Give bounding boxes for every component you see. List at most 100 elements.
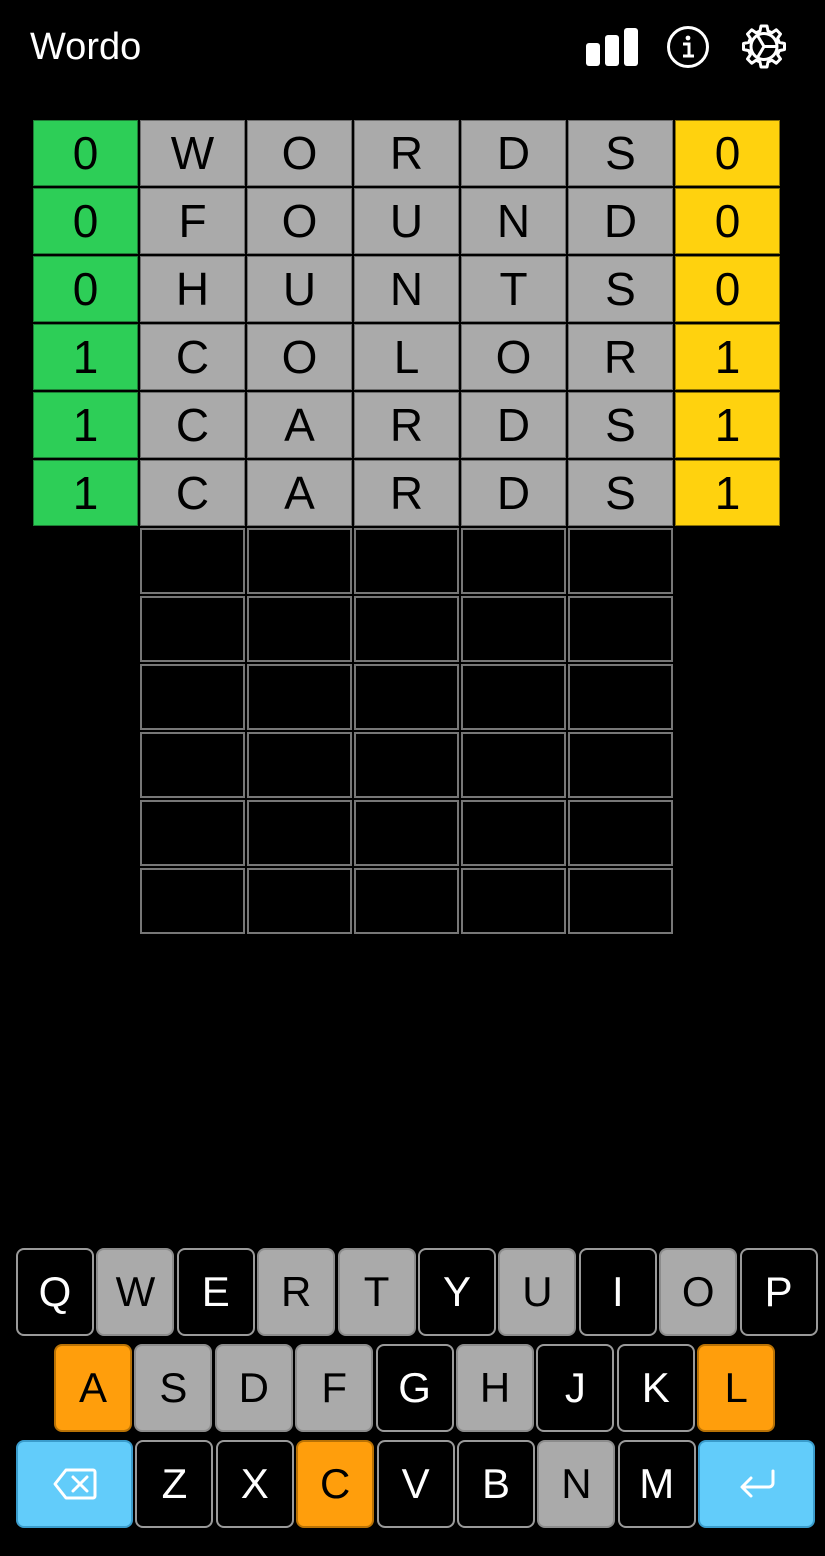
present-count-tile: 1 <box>675 460 780 526</box>
letter-tile: C <box>140 324 245 390</box>
key-o[interactable]: O <box>659 1248 738 1336</box>
present-count-tile: 1 <box>675 324 780 390</box>
empty-tile <box>461 596 566 662</box>
key-u[interactable]: U <box>498 1248 577 1336</box>
keyboard-row: ZXCVBNM <box>0 1440 825 1528</box>
header-toolbar <box>586 22 790 72</box>
letter-tile: A <box>247 392 352 458</box>
key-c[interactable]: C <box>296 1440 375 1528</box>
empty-tile <box>461 732 566 798</box>
empty-tile <box>354 868 459 934</box>
empty-tile <box>140 664 245 730</box>
letter-tile: N <box>354 256 459 322</box>
backspace-icon <box>53 1468 97 1500</box>
empty-tile <box>461 868 566 934</box>
key-r[interactable]: R <box>257 1248 336 1336</box>
letter-tile: S <box>568 256 673 322</box>
stats-button[interactable] <box>586 22 638 72</box>
empty-row <box>33 800 782 866</box>
empty-tile <box>354 664 459 730</box>
enter-key[interactable] <box>698 1440 816 1528</box>
letter-tile: F <box>140 188 245 254</box>
key-n[interactable]: N <box>537 1440 616 1528</box>
empty-tile <box>140 868 245 934</box>
letter-tile: S <box>568 460 673 526</box>
correct-count-tile: 0 <box>33 256 138 322</box>
letter-tile: O <box>461 324 566 390</box>
guess-row: 0FOUND0 <box>33 188 782 254</box>
key-j[interactable]: J <box>536 1344 615 1432</box>
keyboard-row: ASDFGHJKL <box>0 1344 825 1432</box>
key-s[interactable]: S <box>134 1344 213 1432</box>
correct-count-tile: 1 <box>33 392 138 458</box>
letter-tile: U <box>354 188 459 254</box>
letter-tile: D <box>461 120 566 186</box>
empty-row <box>33 596 782 662</box>
guess-row: 0HUNTS0 <box>33 256 782 322</box>
key-t[interactable]: T <box>337 1248 416 1336</box>
key-l[interactable]: L <box>697 1344 776 1432</box>
key-m[interactable]: M <box>617 1440 696 1528</box>
guess-row: 1CARDS1 <box>33 392 782 458</box>
letter-tile: D <box>568 188 673 254</box>
info-icon <box>667 26 709 68</box>
empty-tile <box>568 596 673 662</box>
present-count-tile: 1 <box>675 392 780 458</box>
backspace-key[interactable] <box>16 1440 133 1528</box>
letter-tile: L <box>354 324 459 390</box>
letter-tile: R <box>568 324 673 390</box>
key-k[interactable]: K <box>616 1344 695 1432</box>
key-a[interactable]: A <box>54 1344 132 1432</box>
empty-tile <box>568 664 673 730</box>
key-h[interactable]: H <box>456 1344 534 1432</box>
key-w[interactable]: W <box>96 1248 175 1336</box>
letter-tile: W <box>140 120 245 186</box>
empty-tile <box>461 664 566 730</box>
key-v[interactable]: V <box>376 1440 455 1528</box>
empty-tile <box>247 664 352 730</box>
key-p[interactable]: P <box>739 1248 818 1336</box>
key-g[interactable]: G <box>375 1344 454 1432</box>
empty-tile <box>461 528 566 594</box>
empty-tile <box>247 868 352 934</box>
key-y[interactable]: Y <box>418 1248 496 1336</box>
key-b[interactable]: B <box>457 1440 535 1528</box>
row-spacer <box>33 800 138 866</box>
key-d[interactable]: D <box>214 1344 293 1432</box>
key-i[interactable]: I <box>578 1248 657 1336</box>
letter-tile: S <box>568 392 673 458</box>
letter-tile: O <box>247 324 352 390</box>
guess-row: 1COLOR1 <box>33 324 782 390</box>
app-title: Wordo <box>30 26 142 68</box>
letter-tile: U <box>247 256 352 322</box>
empty-tile <box>140 732 245 798</box>
empty-tile <box>568 868 673 934</box>
row-spacer <box>33 868 138 934</box>
key-x[interactable]: X <box>215 1440 294 1528</box>
empty-tile <box>140 528 245 594</box>
empty-tile <box>247 528 352 594</box>
empty-tile <box>247 800 352 866</box>
empty-tile <box>354 528 459 594</box>
guess-row: 0WORDS0 <box>33 120 782 186</box>
empty-tile <box>354 596 459 662</box>
info-button[interactable] <box>662 22 714 72</box>
settings-button[interactable] <box>738 22 790 72</box>
letter-tile: D <box>461 392 566 458</box>
row-spacer <box>33 732 138 798</box>
stats-icon <box>586 28 638 66</box>
empty-tile <box>247 732 352 798</box>
settings-icon <box>742 24 786 69</box>
letter-tile: N <box>461 188 566 254</box>
letter-tile: D <box>461 460 566 526</box>
letter-tile: R <box>354 460 459 526</box>
key-q[interactable]: Q <box>16 1248 94 1336</box>
empty-row <box>33 732 782 798</box>
correct-count-tile: 1 <box>33 460 138 526</box>
key-z[interactable]: Z <box>135 1440 214 1528</box>
key-f[interactable]: F <box>295 1344 374 1432</box>
game-screen: Wordo 0WORDS0 0 F O U N D 0 0 H U N T S … <box>0 0 825 1556</box>
empty-tile <box>140 596 245 662</box>
key-e[interactable]: E <box>176 1248 255 1336</box>
letter-tile: H <box>140 256 245 322</box>
